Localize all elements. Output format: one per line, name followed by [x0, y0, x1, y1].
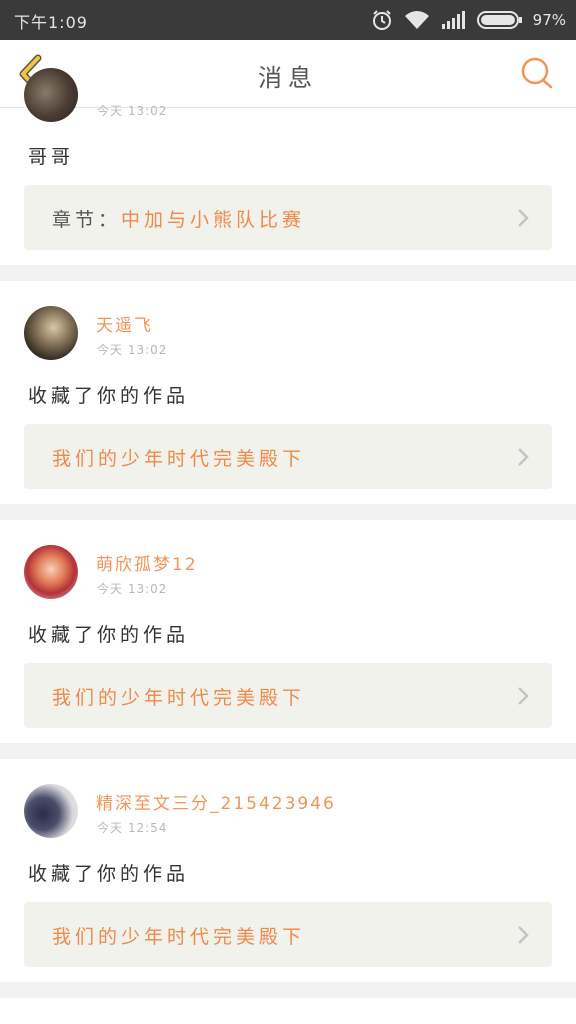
- message-card: 精深至文三分_215423946 今天 12:54 收藏了你的作品 我们的少年时…: [0, 759, 576, 982]
- message-card: 今天 13:02 哥哥 章节：中加与小熊队比赛: [0, 68, 576, 265]
- avatar[interactable]: [24, 68, 78, 122]
- avatar[interactable]: [24, 306, 78, 360]
- status-icons: 97%: [371, 8, 566, 32]
- wifi-icon: [404, 11, 429, 29]
- user-name[interactable]: 天遥飞: [96, 311, 153, 336]
- message-action: 收藏了你的作品: [28, 624, 190, 646]
- alarm-icon: [372, 10, 391, 30]
- avatar[interactable]: [24, 784, 78, 838]
- message-time: 今天 13:02: [97, 343, 168, 357]
- chevron-right-icon: [518, 687, 529, 705]
- status-time: 下午1:09: [14, 13, 88, 32]
- signal-icon: [441, 11, 465, 29]
- work-link-label: 章节：中加与小熊队比赛: [52, 205, 305, 232]
- app-header: 消息: [0, 40, 576, 108]
- chevron-right-icon: [518, 209, 529, 227]
- search-button[interactable]: [520, 56, 554, 90]
- message-card: [0, 998, 576, 1024]
- work-link[interactable]: 章节：中加与小熊队比赛: [24, 185, 552, 250]
- user-name[interactable]: 萌欣孤梦12: [96, 550, 198, 575]
- work-title: 我们的少年时代完美殿下: [52, 448, 306, 470]
- avatar[interactable]: [24, 545, 78, 599]
- message-card: 天遥飞 今天 13:02 收藏了你的作品 我们的少年时代完美殿下: [0, 281, 576, 504]
- chevron-right-icon: [518, 926, 529, 944]
- message-time: 今天 13:02: [97, 104, 168, 118]
- user-name[interactable]: 精深至文三分_215423946: [96, 789, 336, 814]
- status-bar: 下午1:09 97%: [0, 0, 576, 40]
- link-prefix: 章节：: [52, 209, 122, 231]
- message-time: 今天 12:54: [97, 821, 168, 835]
- work-title: 我们的少年时代完美殿下: [52, 926, 306, 948]
- battery-percent: 97%: [532, 11, 566, 29]
- message-time: 今天 13:02: [97, 582, 168, 596]
- message-action: 哥哥: [28, 146, 75, 168]
- search-icon: [521, 57, 553, 89]
- chevron-right-icon: [518, 448, 529, 466]
- page-title: 消息: [258, 64, 318, 92]
- work-link[interactable]: 我们的少年时代完美殿下: [24, 902, 552, 967]
- work-link[interactable]: 我们的少年时代完美殿下: [24, 663, 552, 728]
- battery-icon: [476, 11, 522, 29]
- message-card: 萌欣孤梦12 今天 13:02 收藏了你的作品 我们的少年时代完美殿下: [0, 520, 576, 743]
- work-title: 中加与小熊队比赛: [121, 209, 306, 231]
- work-title: 我们的少年时代完美殿下: [52, 687, 306, 709]
- message-action: 收藏了你的作品: [28, 385, 190, 407]
- work-link[interactable]: 我们的少年时代完美殿下: [24, 424, 552, 489]
- message-action: 收藏了你的作品: [28, 863, 190, 885]
